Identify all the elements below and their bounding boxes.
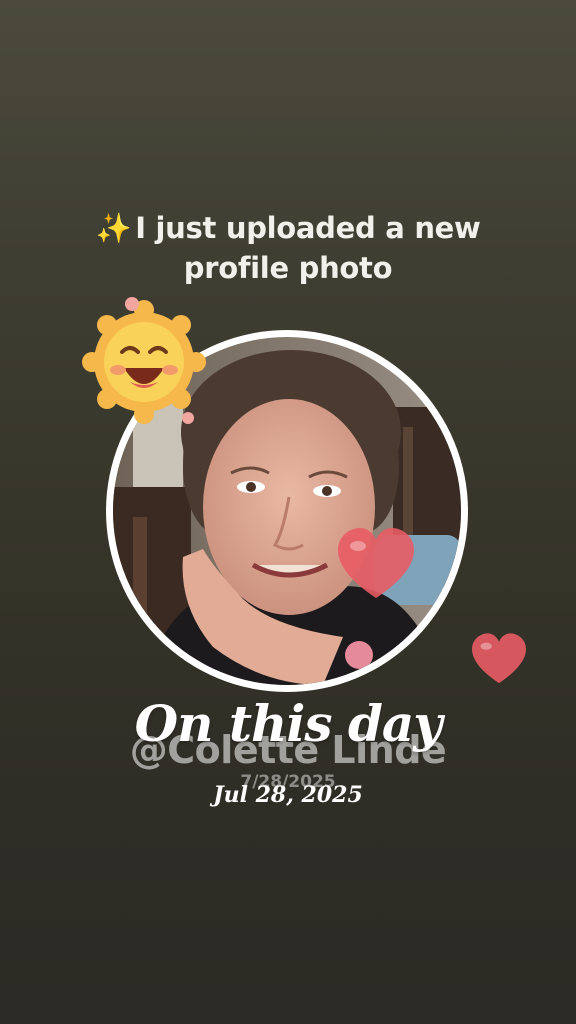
heart-icon bbox=[472, 633, 526, 684]
heart-icon bbox=[338, 528, 414, 598]
caption-line-1: ✨ I just uploaded a new bbox=[48, 208, 528, 248]
post-caption: ✨ I just uploaded a new profile photo bbox=[48, 208, 528, 288]
memory-title: On this day bbox=[134, 694, 443, 753]
laughing-sun-icon bbox=[82, 297, 206, 424]
memory-date: Jul 28, 2025 bbox=[213, 782, 363, 808]
sparkles-icon: ✨ bbox=[95, 211, 132, 245]
caption-line-2: profile photo bbox=[183, 251, 393, 285]
caption-text-1: I just uploaded a new bbox=[135, 211, 481, 245]
